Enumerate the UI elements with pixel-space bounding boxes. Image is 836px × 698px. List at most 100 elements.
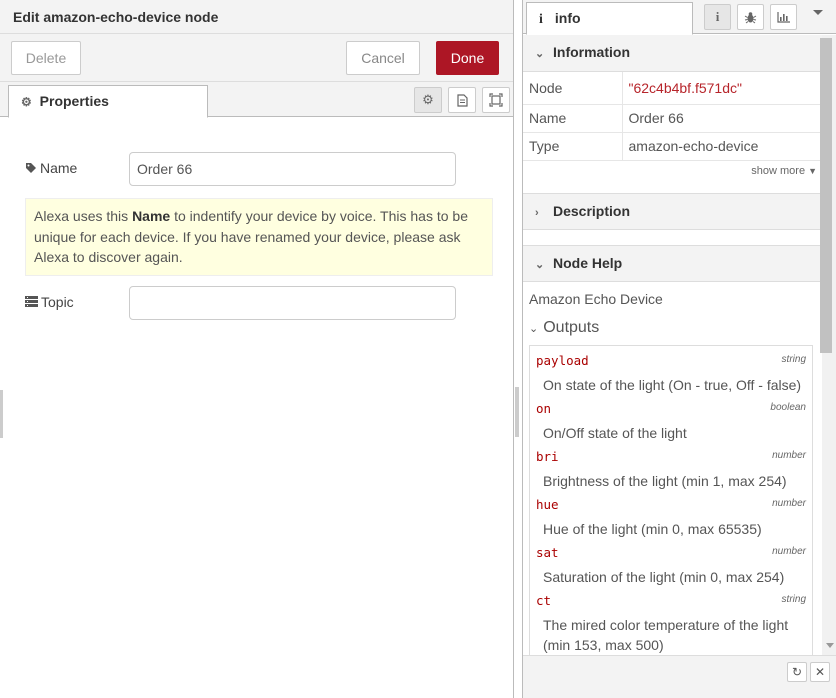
gear-icon: ⚙ <box>422 92 434 107</box>
topic-label-text: Topic <box>41 294 74 310</box>
cancel-button[interactable]: Cancel <box>346 41 420 75</box>
sidebar-footer: ↻ ✕ <box>523 655 836 698</box>
info-key: Name <box>523 104 623 133</box>
list-item: hue number Hue of the light (min 0, max … <box>536 496 806 537</box>
property-description: On state of the light (On - true, Off - … <box>543 377 802 393</box>
info-icon: i <box>539 12 543 27</box>
dashboard-tab-button[interactable] <box>770 4 797 30</box>
outputs-list: payload string On state of the light (On… <box>529 345 813 655</box>
close-button[interactable]: ✕ <box>810 662 830 682</box>
caret-down-icon: ▼ <box>808 166 817 176</box>
sidebar-tabs: i info i <box>523 0 836 35</box>
property-name: ct <box>536 593 552 608</box>
table-row: Type amazon-echo-device <box>523 132 822 161</box>
node-help-header-label: Node Help <box>553 255 623 271</box>
chevron-right-icon: › <box>535 207 539 219</box>
node-help-header[interactable]: ⌄ Node Help <box>523 245 822 282</box>
frame-icon <box>489 93 503 107</box>
info-value-node-id[interactable]: "62c4b4bf.f571dc" <box>622 72 822 105</box>
list-icon <box>25 296 38 307</box>
chevron-down-icon: ⌄ <box>529 323 539 335</box>
tray-toolbar: Delete Cancel Done <box>0 34 513 82</box>
info-value: amazon-echo-device <box>622 132 822 161</box>
list-item: bri number Brightness of the light (min … <box>536 448 806 489</box>
name-label-text: Name <box>40 160 78 176</box>
bug-icon <box>744 11 757 23</box>
chevron-down-icon: ⌄ <box>535 48 545 60</box>
show-more-link[interactable]: show more ▼ <box>751 165 817 177</box>
property-description: Hue of the light (min 0, max 65535) <box>543 521 762 537</box>
topic-label: Topic <box>25 294 74 310</box>
tab-properties[interactable]: ⚙ Properties <box>8 85 208 118</box>
info-table: Node "62c4b4bf.f571dc" Name Order 66 Typ… <box>523 72 822 161</box>
list-item: on boolean On/Off state of the light <box>536 400 806 441</box>
node-description-tab[interactable] <box>448 87 476 113</box>
property-name: on <box>536 401 552 416</box>
topic-input[interactable] <box>129 286 456 320</box>
name-label: Name <box>25 160 77 176</box>
property-description: Brightness of the light (min 1, max 254) <box>543 473 787 489</box>
info-icon: i <box>715 9 720 24</box>
property-description: Saturation of the light (min 0, max 254) <box>543 569 785 585</box>
left-resize-handle[interactable] <box>0 390 3 438</box>
tab-info[interactable]: i info <box>526 2 693 35</box>
bar-chart-icon <box>776 12 790 23</box>
information-header-label: Information <box>553 44 630 60</box>
information-header[interactable]: ⌄ Information <box>523 35 822 72</box>
help-title: Amazon Echo Device <box>529 291 663 307</box>
property-type: string <box>781 594 806 605</box>
gear-icon: ⚙ <box>21 95 32 109</box>
scroll-down-icon[interactable] <box>826 643 834 648</box>
property-type: number <box>772 450 806 461</box>
property-description: The mired color temperature of the light… <box>543 617 789 653</box>
caret-down-icon[interactable] <box>813 10 823 15</box>
property-name: bri <box>536 449 559 464</box>
sidebar: i info i ⌄ Information Node "62c4b4bf.f571… <box>522 0 836 698</box>
tip-text-bold: Name <box>132 208 171 224</box>
tab-properties-label: Properties <box>39 93 109 109</box>
tray-title: Edit amazon-echo-device node <box>0 0 513 34</box>
document-icon <box>456 93 468 107</box>
name-tip: Alexa uses this Name to indentify your d… <box>25 198 493 276</box>
node-settings-tab[interactable]: ⚙ <box>414 87 442 113</box>
tray-splitter[interactable] <box>515 387 519 437</box>
node-appearance-tab[interactable] <box>482 87 510 113</box>
tray-tabs: ⚙ Properties ⚙ <box>0 82 513 118</box>
delete-button[interactable]: Delete <box>11 41 81 75</box>
debug-tab-button[interactable] <box>737 4 764 30</box>
edit-tray: Edit amazon-echo-device node Delete Canc… <box>0 0 519 698</box>
property-type: string <box>781 354 806 365</box>
close-icon: ✕ <box>814 665 826 679</box>
refresh-icon: ↻ <box>791 665 803 679</box>
list-item: payload string On state of the light (On… <box>536 352 806 393</box>
description-header-label: Description <box>553 203 631 219</box>
property-type: number <box>772 498 806 509</box>
info-tab-button[interactable]: i <box>704 4 731 30</box>
property-name: payload <box>536 353 589 368</box>
description-header[interactable]: › Description <box>523 193 822 230</box>
info-key: Type <box>523 132 623 161</box>
list-item: ct string The mired color temperature of… <box>536 592 806 653</box>
list-item: sat number Saturation of the light (min … <box>536 544 806 585</box>
outputs-title-label: Outputs <box>543 319 600 336</box>
sidebar-content: ⌄ Information Node "62c4b4bf.f571dc" Name… <box>523 35 822 655</box>
chevron-down-icon: ⌄ <box>535 259 545 271</box>
info-key: Node <box>523 72 623 105</box>
refresh-button[interactable]: ↻ <box>787 662 807 682</box>
show-more-label: show more <box>751 165 806 177</box>
property-type: number <box>772 546 806 557</box>
done-button[interactable]: Done <box>436 41 499 75</box>
table-row: Node "62c4b4bf.f571dc" <box>523 72 822 105</box>
sidebar-scrollbar-thumb[interactable] <box>820 38 832 353</box>
property-name: hue <box>536 497 559 512</box>
outputs-title[interactable]: ⌄ Outputs <box>529 319 599 337</box>
tab-info-label: info <box>554 10 581 26</box>
table-row: Name Order 66 <box>523 104 822 133</box>
tip-text-pre: Alexa uses this <box>34 208 133 224</box>
name-input[interactable]: Order 66 <box>129 152 456 186</box>
property-type: boolean <box>770 402 806 413</box>
tag-icon <box>26 163 36 173</box>
info-value: Order 66 <box>622 104 822 133</box>
property-description: On/Off state of the light <box>543 425 687 441</box>
property-name: sat <box>536 545 559 560</box>
